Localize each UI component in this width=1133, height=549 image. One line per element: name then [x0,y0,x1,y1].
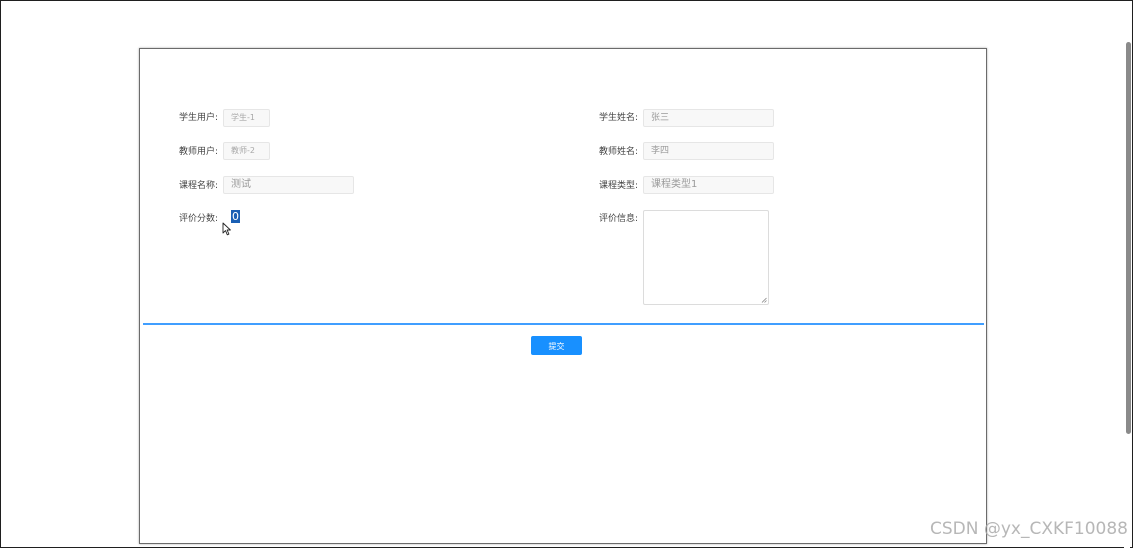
rating-info-label: 评价信息: [599,214,639,224]
mouse-pointer-icon [222,222,231,236]
resize-handle-icon[interactable] [761,297,767,303]
scrollbar-thumb[interactable] [1126,42,1131,434]
rating-info-textarea[interactable] [643,210,769,305]
teacher-name-field[interactable]: 李四 [643,142,774,160]
course-name-label: 课程名称: [179,181,219,191]
course-type-field[interactable]: 课程类型1 [643,176,774,194]
course-name-field[interactable]: 测试 [223,176,354,194]
teacher-user-label: 教师用户: [179,147,219,157]
student-name-label: 学生姓名: [599,113,639,123]
browser-viewport: 学生用户: 学生-1 学生姓名: 张三 教师用户: 教师-2 教师姓名: 李四 … [0,0,1133,549]
teacher-user-field[interactable]: 教师-2 [223,142,270,160]
csdn-watermark: CSDN @yx_CXKF10088 [929,519,1128,539]
form-divider [143,323,984,325]
submit-button[interactable]: 提交 [531,336,582,355]
student-user-label: 学生用户: [179,113,219,123]
student-user-field[interactable]: 学生-1 [223,109,270,127]
rating-score-input[interactable]: 0 [231,210,240,223]
evaluation-form-dialog: 学生用户: 学生-1 学生姓名: 张三 教师用户: 教师-2 教师姓名: 李四 … [139,48,987,544]
student-name-field[interactable]: 张三 [643,109,774,127]
rating-score-label: 评价分数: [179,214,219,224]
course-type-label: 课程类型: [599,181,639,191]
teacher-name-label: 教师姓名: [599,147,639,157]
